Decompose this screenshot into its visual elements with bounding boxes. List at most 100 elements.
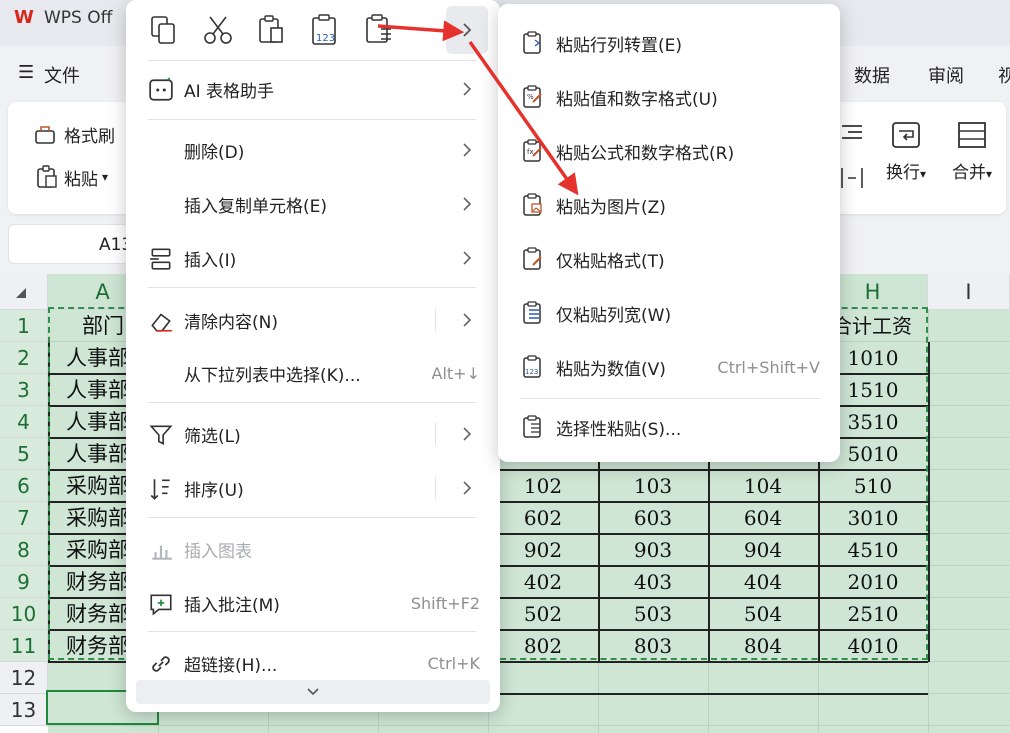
paste-special-icon (366, 14, 391, 43)
context-menu-item-9: 插入图表 (136, 524, 490, 574)
menu-view[interactable]: 视 (998, 62, 1010, 88)
paste-option-icon (523, 301, 541, 324)
wrap-label: 换行▾ (886, 163, 927, 183)
row-header-11[interactable]: 11 (0, 630, 48, 662)
paste-submenu-item-1[interactable]: 粘贴行列转置(E) (506, 19, 832, 67)
menu-file[interactable]: 文件 (44, 62, 80, 88)
row-header-2[interactable]: 2 (0, 342, 48, 374)
context-menu-item-5[interactable]: 清除内容(N) (136, 295, 490, 345)
align-icon[interactable] (838, 122, 866, 146)
row-header-3[interactable]: 3 (0, 374, 48, 406)
chevron-right-icon (463, 427, 472, 441)
format-painter-button[interactable]: 格式刷 (34, 122, 115, 147)
menu-divider (148, 517, 476, 518)
row-header-6[interactable]: 6 (0, 470, 48, 502)
row-header-10[interactable]: 10 (0, 598, 48, 630)
svg-text:%: % (527, 93, 534, 101)
context-menu-item-2[interactable]: 删除(D) (136, 125, 490, 175)
wrap-icon (892, 122, 920, 148)
paste-submenu-item-2[interactable]: % 粘贴值和数字格式(U) (506, 73, 832, 121)
wrap-button[interactable]: 换行▾ (886, 120, 926, 183)
chevron-down-icon (307, 688, 319, 696)
paste-option-icon (523, 415, 541, 438)
row-header-1[interactable]: 1 (0, 310, 48, 342)
paste-option-icon (523, 193, 542, 216)
name-box[interactable]: A13 (8, 224, 142, 264)
paste-option-icon (523, 247, 542, 270)
split-divider (435, 477, 436, 499)
paste-values-button[interactable]: 123 (302, 6, 350, 54)
paste-submenu-item-7[interactable]: 123 粘贴为数值(V) Ctrl+Shift+V (506, 343, 832, 391)
merge-button[interactable]: 合并▾ (952, 120, 992, 183)
app-title-text: WPS Off (44, 8, 113, 28)
context-menu-item-4[interactable]: 插入(I) (136, 233, 490, 283)
comment-icon (150, 594, 172, 616)
chevron-right-icon (463, 143, 472, 157)
context-menu-label: 插入(I) (184, 250, 237, 271)
menu-review[interactable]: 审阅 (928, 62, 964, 88)
paste-values-icon: 123 (312, 14, 336, 45)
paste-option-label: 仅粘贴列宽(W) (556, 305, 672, 326)
paste-quick-button[interactable] (248, 6, 296, 54)
hamburger-icon[interactable]: ☰ (18, 62, 34, 83)
paste-label: 粘贴 (64, 169, 98, 190)
paste-submenu-item-3[interactable]: fx 粘贴公式和数字格式(R) (506, 127, 832, 175)
paste-icon (259, 15, 283, 43)
chevron-right-icon (463, 82, 472, 96)
context-menu-label: 从下拉列表中选择(K)... (184, 365, 361, 386)
menu-data[interactable]: 数据 (854, 62, 890, 88)
row-header-9[interactable]: 9 (0, 566, 48, 598)
menu-divider (148, 287, 476, 288)
context-menu-item-1[interactable]: AI 表格助手 (136, 64, 490, 114)
chevron-right-icon (463, 251, 472, 265)
context-menu-item-7[interactable]: 筛选(L) (136, 409, 490, 459)
context-menu-item-8[interactable]: 排序(U) (136, 463, 490, 513)
column-header-i[interactable]: I (928, 274, 1010, 310)
context-menu-label: 删除(D) (184, 142, 245, 163)
ai-icon (149, 77, 173, 101)
shortcut-text: Alt+↓ (431, 363, 480, 383)
paste-submenu: 粘贴行列转置(E)% 粘贴值和数字格式(U) fx 粘贴公式和数字格式(R) 粘贴为图片… (498, 4, 840, 462)
paste-submenu-item-6[interactable]: 仅粘贴列宽(W) (506, 289, 832, 337)
split-divider (435, 309, 436, 331)
link-icon (152, 656, 170, 672)
row-header-7[interactable]: 7 (0, 502, 48, 534)
paste-option-label: 粘贴值和数字格式(U) (556, 89, 718, 110)
paste-option-icon (523, 31, 541, 54)
row-header-12[interactable]: 12 (0, 662, 48, 694)
select-all-corner[interactable] (0, 274, 48, 310)
paste-submenu-item-5[interactable]: 仅粘贴格式(T) (506, 235, 832, 283)
cut-button[interactable] (194, 6, 242, 54)
menu-scroll-down-button[interactable] (136, 680, 490, 704)
paste-dropdown-icon[interactable]: ▾ (102, 170, 108, 184)
context-menu-label: 筛选(L) (184, 426, 241, 447)
paste-submenu-item-4[interactable]: 粘贴为图片(Z) (506, 181, 832, 229)
row-header-8[interactable]: 8 (0, 534, 48, 566)
context-menu-label: AI 表格助手 (184, 81, 275, 102)
paste-more-button[interactable] (446, 6, 488, 54)
context-menu-item-3[interactable]: 插入复制单元格(E) (136, 179, 490, 229)
row-header-5[interactable]: 5 (0, 438, 48, 470)
context-menu: 123 AI 表格助手 删除(D) 插入复制单元格(E) 插入(I) 清除内容(N) 从下… (126, 0, 500, 712)
app-title[interactable]: W WPS Off (14, 8, 113, 29)
row-header-13[interactable]: 13 (0, 694, 48, 726)
paste-option-label: 粘贴公式和数字格式(R) (556, 143, 735, 164)
chevron-right-icon (463, 23, 472, 37)
filter-icon (149, 425, 173, 445)
paste-option-icon: 123 (523, 355, 541, 378)
copy-button[interactable] (140, 6, 188, 54)
context-menu-item-6[interactable]: 从下拉列表中选择(K)... Alt+↓ (136, 348, 490, 398)
merge-label: 合并▾ (952, 163, 993, 183)
quick-action-bar: 123 (136, 6, 488, 54)
paste-button[interactable]: 粘贴 ▾ (34, 164, 108, 190)
paste-submenu-item-8[interactable]: 选择性粘贴(S)... (506, 403, 832, 451)
shortcut-text: Shift+F2 (410, 593, 480, 613)
scissors-icon (204, 16, 232, 44)
row-header-4[interactable]: 4 (0, 406, 48, 438)
distribute-icon[interactable] (838, 166, 866, 190)
context-menu-item-10[interactable]: 插入批注(M) Shift+F2 (136, 578, 490, 628)
context-menu-label: 排序(U) (184, 480, 244, 501)
context-menu-label: 清除内容(N) (184, 312, 278, 333)
shortcut-text: Ctrl+K (427, 653, 480, 673)
paste-special-button[interactable] (356, 6, 404, 54)
